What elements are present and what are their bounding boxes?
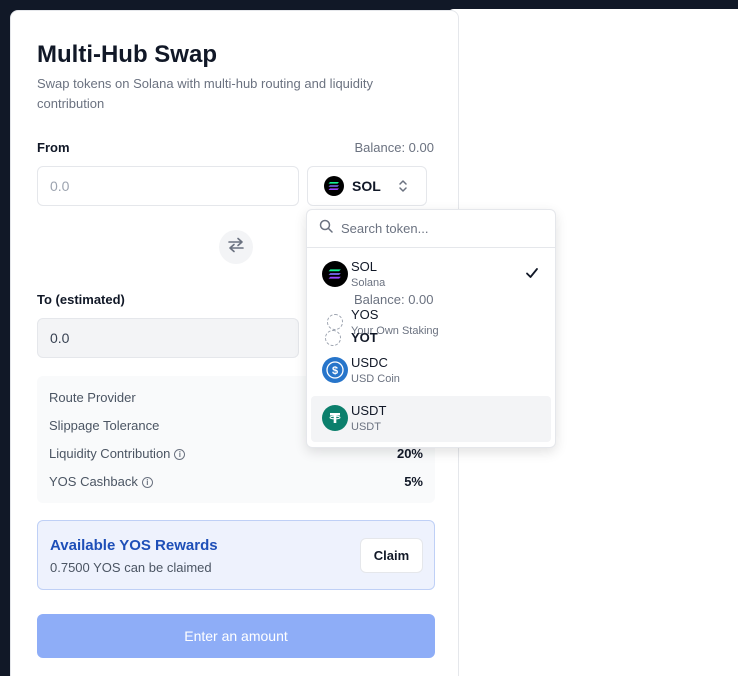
token-symbol: YOS (351, 307, 379, 322)
info-icon[interactable]: i (141, 477, 153, 489)
token-name: Your Own Staking (351, 325, 439, 337)
token-search-placeholder: Search token... (341, 221, 429, 236)
page-subtitle: Swap tokens on Solana with multi-hub rou… (37, 76, 374, 111)
solana-logo-icon (324, 176, 344, 196)
solana-logo-icon (322, 261, 348, 287)
token-name: USD Coin (351, 373, 400, 385)
search-icon (319, 219, 333, 238)
from-amount-input[interactable]: 0.0 (37, 166, 299, 206)
detail-label: Route Provider (49, 390, 136, 405)
from-label: From (37, 140, 70, 155)
from-token-symbol: SOL (352, 178, 381, 194)
token-search-input[interactable]: Search token... (307, 210, 555, 248)
enter-amount-button[interactable]: Enter an amount (37, 614, 435, 658)
svg-text:$: $ (332, 365, 338, 377)
check-icon (525, 266, 539, 284)
yos-dashed-circle-icon (327, 314, 343, 330)
rewards-panel: Available YOS Rewards 0.7500 YOS can be … (37, 520, 435, 590)
token-symbol: SOL (351, 259, 378, 274)
token-name: USDT (351, 421, 381, 433)
page-title: Multi-Hub Swap (37, 41, 217, 68)
detail-label: YOS Cashback (49, 474, 138, 489)
token-symbol: USDT (351, 403, 387, 418)
token-dropdown: Search token... SOL Solana YOS Your Own … (306, 209, 556, 448)
chevron-up-down-icon (398, 178, 408, 197)
to-amount-output: 0.0 (37, 318, 299, 358)
swap-direction-button[interactable] (219, 230, 253, 264)
detail-label: Slippage Tolerance (49, 418, 160, 433)
info-icon[interactable]: i (174, 449, 186, 461)
detail-value: 5% (404, 474, 423, 489)
to-label: To (estimated) (37, 292, 125, 307)
from-balance: Balance: 0.00 (354, 140, 434, 155)
detail-row-yos-cashback: YOS Cashback i 5% (49, 474, 423, 489)
rewards-subtitle: 0.7500 YOS can be claimed (50, 560, 212, 575)
rewards-title: Available YOS Rewards (50, 537, 218, 554)
detail-value: 20% (396, 446, 423, 461)
token-option-usdt[interactable]: USDT USDT (311, 396, 551, 442)
claim-button[interactable]: Claim (360, 538, 423, 573)
usdc-logo-icon: $ (322, 357, 348, 383)
swap-arrows-icon (227, 237, 245, 258)
detail-label: Liquidity Contribution (49, 446, 171, 461)
token-option-usdc[interactable]: $ USDC USD Coin (311, 348, 551, 394)
from-token-select[interactable]: SOL (307, 166, 427, 206)
token-option-sol[interactable]: SOL Solana (311, 252, 551, 298)
usdt-logo-icon (322, 405, 348, 431)
detail-row-liquidity-contribution: Liquidity Contribution i 20% (49, 446, 423, 461)
token-name: Solana (351, 277, 386, 289)
token-option-yos[interactable]: YOS Your Own Staking (311, 300, 551, 346)
token-symbol: USDC (351, 355, 388, 370)
